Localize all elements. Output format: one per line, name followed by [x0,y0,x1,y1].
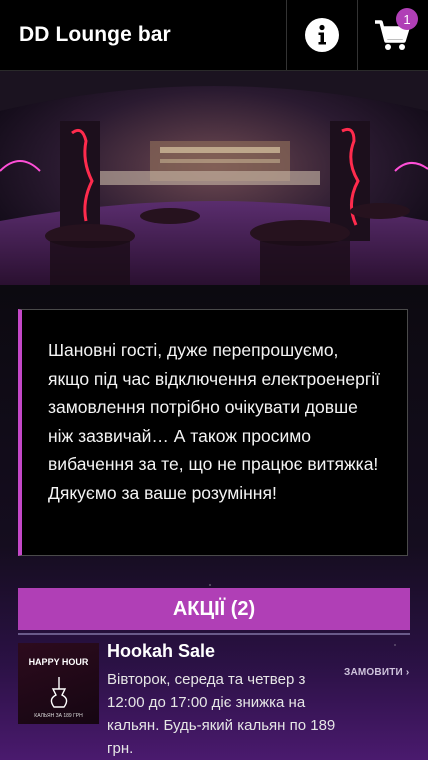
chevron-right-icon: › [405,667,410,678]
venue-photo [0,71,428,285]
app-header: DD Lounge bar 1 [0,0,428,71]
notice-text: Шановні гості, дуже перепрошуємо, якщо п… [48,340,380,503]
cart-button[interactable]: 1 [357,0,428,70]
product-image-title: HAPPY HOUR [28,657,89,667]
hookah-icon [50,677,68,708]
notice-card: Шановні гості, дуже перепрошуємо, якщо п… [18,309,408,556]
product-name[interactable]: Hookah Sale [107,641,215,662]
product-description: Вівторок, середа та четвер з 12:00 до 17… [107,671,336,757]
info-button[interactable] [286,0,357,70]
venue-title: DD Lounge bar [19,23,171,46]
order-label: ЗАМОВИТИ [344,667,403,678]
cart-count-badge: 1 [396,8,418,30]
order-button[interactable]: ЗАМОВИТИ › [344,667,409,678]
product-image-caption: КАЛЬЯН ЗА 189 ГРН [34,713,83,719]
promotions-header[interactable]: АКЦІЇ (2) [18,588,410,630]
promotions-title: АКЦІЇ (2) [172,597,256,620]
info-icon [305,18,339,52]
section-divider [18,633,410,635]
product-image[interactable]: HAPPY HOUR КАЛЬЯН ЗА 189 ГРН [18,643,99,724]
